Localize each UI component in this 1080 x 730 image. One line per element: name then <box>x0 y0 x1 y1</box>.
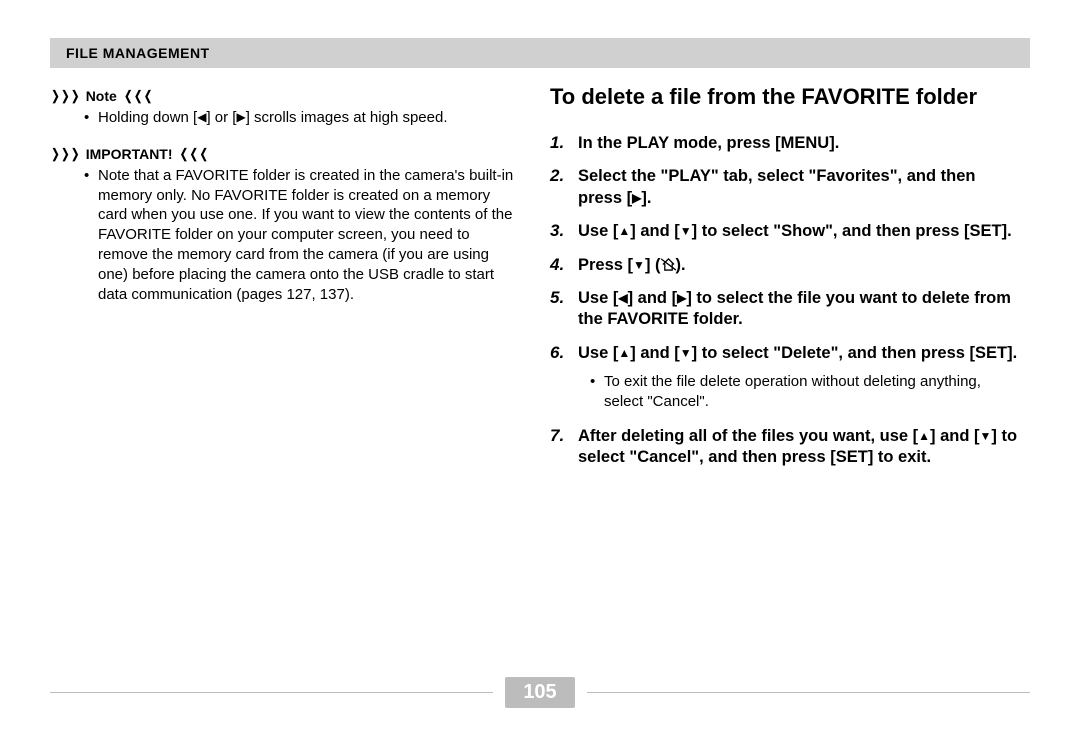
step-6: 6. Use [▲] and [▼] to select "Delete", a… <box>550 343 1020 364</box>
house-strike-icon <box>661 258 676 271</box>
important-heading: ❭❭❭ IMPORTANT! ❬❬❬ <box>50 146 520 162</box>
triangle-up-icon: ▲ <box>618 346 630 362</box>
step-1: 1. In the PLAY mode, press [MENU]. <box>550 133 1020 154</box>
triangle-right-icon: ▶ <box>632 191 641 207</box>
step-5: 5. Use [◀] and [▶] to select the file yo… <box>550 288 1020 331</box>
step-7: 7. After deleting all of the files you w… <box>550 426 1020 469</box>
step-number: 4. <box>550 255 578 276</box>
marker-right-icon: ❬❬❬ <box>123 88 153 104</box>
important-body: • Note that a FAVORITE folder is created… <box>50 166 520 305</box>
section-header-title: File Management <box>66 45 210 61</box>
step-number: 5. <box>550 288 578 331</box>
triangle-right-icon: ▶ <box>677 291 686 307</box>
two-column-layout: ❭❭❭ Note ❬❬❬ • Holding down [◀] or [▶] s… <box>50 84 1030 481</box>
page-number: 105 <box>505 677 574 708</box>
triangle-up-icon: ▲ <box>618 224 630 240</box>
step-text: Press [▼] (). <box>578 255 1020 276</box>
note-heading: ❭❭❭ Note ❬❬❬ <box>50 88 520 104</box>
note-body: • Holding down [◀] or [▶] scrolls images… <box>50 108 520 128</box>
step-text: Use [▲] and [▼] to select "Delete", and … <box>578 343 1020 364</box>
marker-right-icon: ❬❬❬ <box>179 146 209 162</box>
bullet-icon: • <box>590 372 604 412</box>
marker-left-icon: ❭❭❭ <box>50 88 80 104</box>
important-text: Note that a FAVORITE folder is created i… <box>98 166 520 305</box>
step-3: 3. Use [▲] and [▼] to select "Show", and… <box>550 221 1020 242</box>
step-text: In the PLAY mode, press [MENU]. <box>578 133 1020 154</box>
triangle-down-icon: ▼ <box>680 346 692 362</box>
triangle-down-icon: ▼ <box>633 258 645 274</box>
step-text: Select the "PLAY" tab, select "Favorites… <box>578 166 1020 209</box>
step-number: 1. <box>550 133 578 154</box>
note-text: Holding down [◀] or [▶] scrolls images a… <box>98 108 520 128</box>
bullet-icon: • <box>84 166 98 305</box>
step-number: 7. <box>550 426 578 469</box>
note-label: Note <box>86 88 117 104</box>
procedure-title: To delete a file from the FAVORITE folde… <box>550 84 1020 111</box>
procedure-steps: 1. In the PLAY mode, press [MENU]. 2. Se… <box>550 133 1020 469</box>
section-header-bar: File Management <box>50 38 1030 68</box>
step-text: Use [▲] and [▼] to select "Show", and th… <box>578 221 1020 242</box>
step-text: Use [◀] and [▶] to select the file you w… <box>578 288 1020 331</box>
step-6-sub-bullet: • To exit the file delete operation with… <box>550 372 1020 412</box>
important-label: IMPORTANT! <box>86 146 173 162</box>
step-number: 3. <box>550 221 578 242</box>
page-footer: 105 <box>0 677 1080 708</box>
bullet-icon: • <box>84 108 98 128</box>
triangle-down-icon: ▼ <box>680 224 692 240</box>
marker-left-icon: ❭❭❭ <box>50 146 80 162</box>
triangle-down-icon: ▼ <box>980 429 992 445</box>
triangle-left-icon: ◀ <box>618 291 627 307</box>
right-column: To delete a file from the FAVORITE folde… <box>550 84 1020 481</box>
footer-rule-right <box>587 692 1030 693</box>
manual-page: File Management ❭❭❭ Note ❬❬❬ • Holding d… <box>0 0 1080 730</box>
step-number: 6. <box>550 343 578 364</box>
triangle-up-icon: ▲ <box>918 429 930 445</box>
sub-bullet-text: To exit the file delete operation withou… <box>604 372 1020 412</box>
step-number: 2. <box>550 166 578 209</box>
left-column: ❭❭❭ Note ❬❬❬ • Holding down [◀] or [▶] s… <box>50 84 520 481</box>
step-text: After deleting all of the files you want… <box>578 426 1020 469</box>
step-4: 4. Press [▼] (). <box>550 255 1020 276</box>
triangle-right-icon: ▶ <box>236 110 245 126</box>
step-2: 2. Select the "PLAY" tab, select "Favori… <box>550 166 1020 209</box>
footer-rule-left <box>50 692 493 693</box>
